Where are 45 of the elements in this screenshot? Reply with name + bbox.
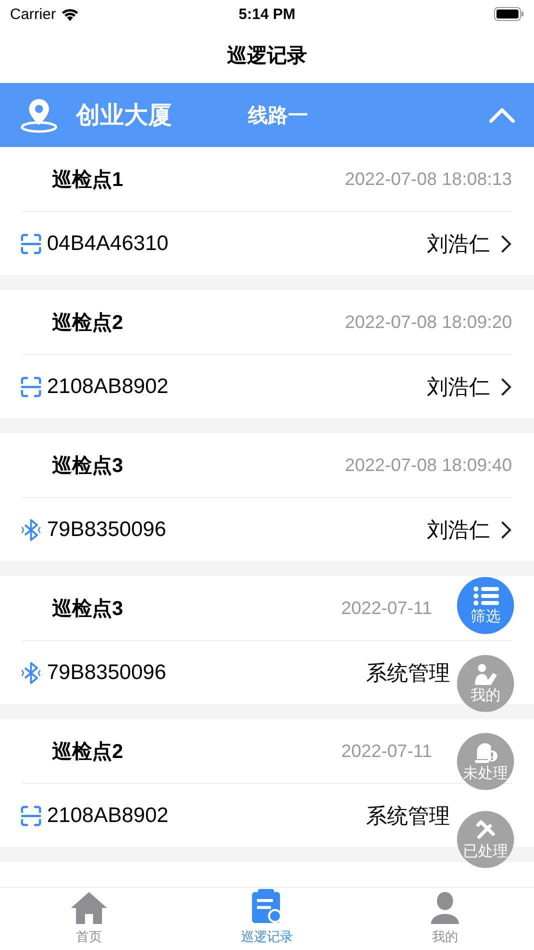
location-pin-icon [20,97,58,133]
battery-icon [494,7,524,21]
inspector-name: 刘浩仁 [427,374,490,400]
inspector-name: 系统管理 [366,660,450,686]
tab-bar-item[interactable]: 我的 [356,888,534,950]
checkpoint-name: 巡检点1 [52,168,124,192]
tab-bar-item[interactable]: 巡逻记录 [178,888,356,950]
inspector-name: 系统管理 [366,804,450,830]
tag-code: 2108AB8902 [47,804,168,828]
record-time: 2022-07-08 18:08:13 [344,168,512,190]
list-icon [472,586,498,606]
tag-code: 04B4A46310 [47,232,168,256]
checkpoint-name: 巡检点3 [52,596,124,622]
person-icon [428,891,462,925]
wifi-icon [60,8,79,20]
chevron-right-icon[interactable] [500,376,512,396]
bluetooth-icon [20,518,42,540]
checkpoint-name: 巡检点2 [52,310,124,336]
alert-bell-icon [474,740,498,762]
route-name: 线路一 [248,104,308,128]
tag-code: 2108AB8902 [47,374,168,398]
site-name: 创业大厦 [76,101,173,131]
inspector-name: 刘浩仁 [427,518,490,544]
bluetooth-icon [20,662,42,684]
scan-icon [20,376,42,398]
person-reading-icon [474,662,498,684]
tab-bar-item[interactable]: 首页 [0,888,178,950]
clock-time: 5:14 PM [238,6,296,22]
chevron-right-icon[interactable] [500,234,512,254]
checkpoint-name: 巡检点2 [52,740,124,764]
page-title: 巡逻记录 [227,44,307,69]
inspector-name: 刘浩仁 [427,232,490,258]
record-time: 2022-07-11 [341,598,432,618]
chevron-right-icon[interactable] [500,520,512,540]
tag-code: 79B8350096 [47,660,166,684]
home-icon [70,891,108,925]
checkpoint-name: 巡检点3 [52,454,124,478]
tools-icon [474,818,496,840]
record-time: 2022-07-08 18:09:20 [344,312,512,332]
record-time: 2022-07-11 [341,740,432,762]
record-time: 2022-07-08 18:09:40 [344,454,512,476]
scan-icon [20,804,42,826]
scan-icon [20,232,42,254]
tag-code: 79B8350096 [47,518,166,542]
carrier-label: Carrier [10,6,56,22]
